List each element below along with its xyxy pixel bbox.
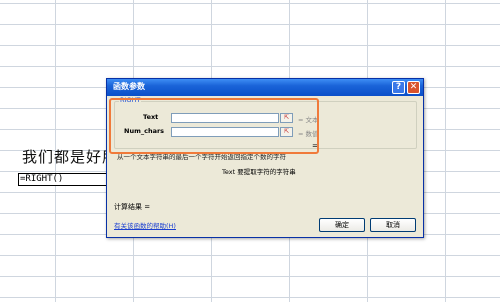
dialog-titlebar[interactable]: 函数参数 ? ✕	[107, 79, 423, 96]
help-icon[interactable]: ?	[392, 81, 405, 94]
dialog-title: 函数参数	[113, 82, 145, 91]
annotation-highlight-box	[109, 98, 319, 154]
argument-description: Text 要提取字符的字符串	[222, 168, 296, 176]
cell-text[interactable]: 我们都是好朋	[22, 146, 118, 167]
calculation-result: 计算结果 =	[114, 203, 151, 211]
ok-button[interactable]: 确定	[319, 218, 365, 232]
close-icon[interactable]: ✕	[407, 81, 420, 94]
function-help-link[interactable]: 有关该函数的帮助(H)	[114, 220, 176, 230]
active-cell-formula[interactable]: =RIGHT()	[18, 173, 118, 186]
cancel-button[interactable]: 取消	[370, 218, 416, 232]
